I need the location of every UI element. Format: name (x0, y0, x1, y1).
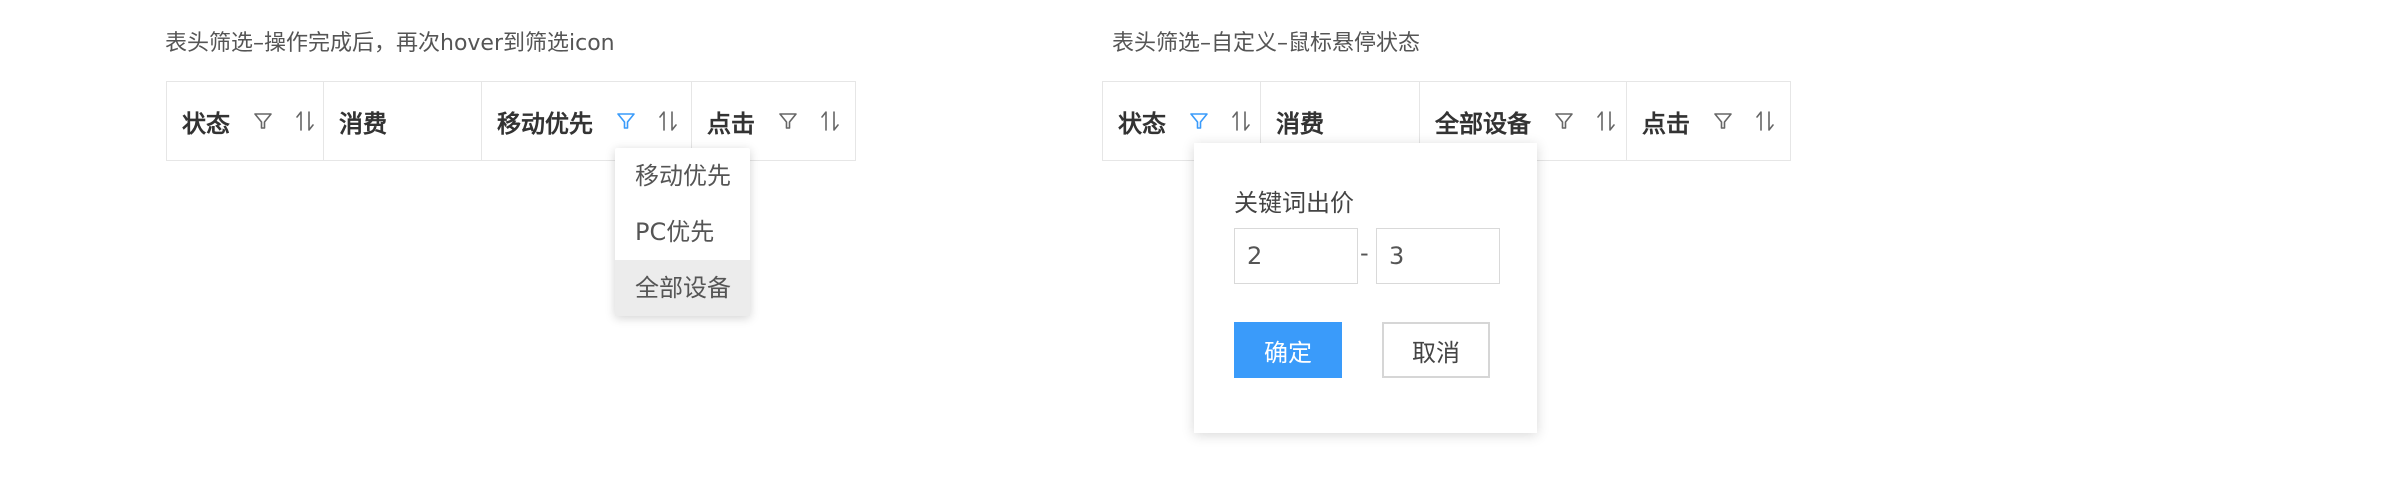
cancel-button[interactable]: 取消 (1382, 322, 1490, 378)
sort-icon[interactable] (1754, 108, 1776, 134)
right-caption: 表头筛选–自定义–鼠标悬停状态 (1112, 31, 1421, 56)
confirm-button[interactable]: 确定 (1234, 322, 1342, 378)
device-filter-dropdown: 移动优先 PC优先 全部设备 (615, 148, 750, 316)
sort-icon[interactable] (1230, 108, 1252, 134)
left-caption: 表头筛选–操作完成后，再次hover到筛选icon (165, 31, 615, 56)
filter-icon[interactable] (252, 110, 274, 132)
max-bid-input[interactable] (1376, 228, 1500, 284)
filter-icon[interactable] (1188, 110, 1210, 132)
dropdown-option-all-devices[interactable]: 全部设备 (615, 260, 750, 316)
sort-icon[interactable] (819, 108, 841, 134)
column-label: 消费 (339, 109, 387, 138)
filter-icon[interactable] (1553, 110, 1575, 132)
dropdown-option-mobile[interactable]: 移动优先 (615, 148, 750, 204)
sort-icon[interactable] (1595, 108, 1617, 134)
column-header-cost[interactable]: 消费 (324, 82, 482, 160)
left-table-header: 状态 消费 移动优先 点击 (166, 81, 856, 161)
popover-title: 关键词出价 (1234, 189, 1354, 217)
column-label: 全部设备 (1435, 109, 1531, 138)
column-label: 状态 (1118, 109, 1166, 138)
column-label: 点击 (707, 109, 755, 138)
sort-icon[interactable] (657, 108, 679, 134)
custom-filter-popover: 关键词出价 - 确定 取消 (1194, 143, 1537, 433)
column-label: 点击 (1642, 109, 1690, 138)
column-label: 消费 (1276, 109, 1324, 138)
dropdown-option-pc[interactable]: PC优先 (615, 204, 750, 260)
min-bid-input[interactable] (1234, 228, 1358, 284)
column-header-status[interactable]: 状态 (167, 82, 324, 160)
filter-icon[interactable] (615, 110, 637, 132)
column-label: 状态 (182, 109, 230, 138)
filter-icon[interactable] (1712, 110, 1734, 132)
range-separator: - (1360, 239, 1369, 267)
column-header-clicks[interactable]: 点击 (1627, 82, 1790, 160)
filter-icon[interactable] (777, 110, 799, 132)
sort-icon[interactable] (294, 108, 316, 134)
column-label: 移动优先 (497, 109, 593, 138)
